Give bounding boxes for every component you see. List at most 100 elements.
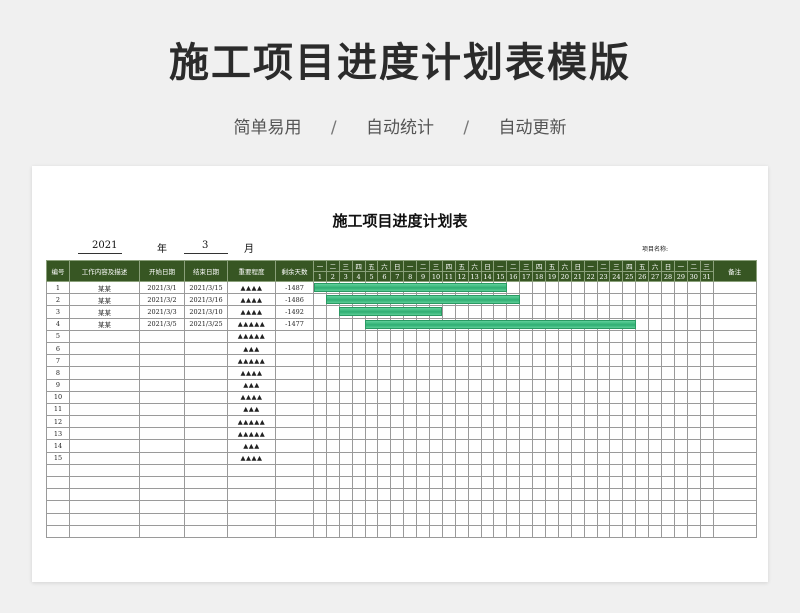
gantt-cell[interactable] xyxy=(596,512,611,526)
gantt-cell[interactable] xyxy=(673,415,688,429)
gantt-cell[interactable] xyxy=(557,451,572,465)
row-start-date[interactable] xyxy=(139,354,185,368)
gantt-cell[interactable] xyxy=(545,500,559,514)
gantt-cell[interactable] xyxy=(673,488,688,502)
gantt-cell[interactable] xyxy=(454,488,469,502)
row-index[interactable]: 14 xyxy=(46,439,70,453)
gantt-cell[interactable] xyxy=(313,451,327,465)
row-start-date[interactable] xyxy=(139,329,185,343)
gantt-cell[interactable] xyxy=(480,329,495,343)
gantt-cell[interactable] xyxy=(583,280,598,295)
gantt-cell[interactable] xyxy=(377,500,392,514)
gantt-cell[interactable] xyxy=(635,475,650,490)
row-end-date[interactable] xyxy=(184,427,228,441)
gantt-cell[interactable] xyxy=(364,415,379,429)
gantt-cell[interactable] xyxy=(441,512,456,526)
gantt-cell[interactable] xyxy=(557,415,572,429)
gantt-cell[interactable] xyxy=(377,341,392,356)
gantt-cell[interactable] xyxy=(583,378,598,392)
row-index[interactable] xyxy=(46,488,70,502)
row-remaining[interactable] xyxy=(275,488,314,502)
row-remark[interactable] xyxy=(712,317,757,331)
gantt-cell[interactable] xyxy=(467,378,482,392)
gantt-cell[interactable] xyxy=(351,524,366,538)
gantt-cell[interactable] xyxy=(661,378,675,392)
gantt-cell[interactable] xyxy=(467,293,482,307)
row-content[interactable] xyxy=(69,378,140,392)
row-remaining[interactable]: -1477 xyxy=(275,317,314,331)
gantt-cell[interactable] xyxy=(467,439,482,453)
gantt-cell[interactable] xyxy=(609,280,624,295)
gantt-cell[interactable] xyxy=(480,475,495,490)
gantt-cell[interactable] xyxy=(416,439,431,453)
row-start-date[interactable] xyxy=(139,500,185,514)
gantt-cell[interactable] xyxy=(364,354,379,368)
gantt-cell[interactable] xyxy=(583,329,598,343)
gantt-cell[interactable] xyxy=(596,378,611,392)
gantt-cell[interactable] xyxy=(596,305,611,319)
gantt-cell[interactable] xyxy=(686,500,701,514)
gantt-cell[interactable] xyxy=(557,354,572,368)
gantt-cell[interactable] xyxy=(532,329,547,343)
row-remaining[interactable] xyxy=(275,463,314,478)
gantt-cell[interactable] xyxy=(403,427,418,441)
gantt-cell[interactable] xyxy=(467,305,482,319)
gantt-cell[interactable] xyxy=(364,293,379,307)
gantt-cell[interactable] xyxy=(325,317,340,331)
gantt-cell[interactable] xyxy=(570,427,585,441)
gantt-cell[interactable] xyxy=(429,280,443,295)
gantt-cell[interactable] xyxy=(493,463,508,478)
gantt-cell[interactable] xyxy=(532,317,547,331)
gantt-cell[interactable] xyxy=(390,512,405,526)
gantt-cell[interactable] xyxy=(364,280,379,295)
gantt-cell[interactable] xyxy=(454,439,469,453)
gantt-cell[interactable] xyxy=(609,475,624,490)
gantt-cell[interactable] xyxy=(416,402,431,417)
row-remark[interactable] xyxy=(712,280,757,295)
gantt-cell[interactable] xyxy=(493,500,508,514)
gantt-cell[interactable] xyxy=(403,366,418,380)
row-content[interactable]: 某某 xyxy=(69,317,140,331)
gantt-cell[interactable] xyxy=(519,354,534,368)
gantt-cell[interactable] xyxy=(493,366,508,380)
gantt-cell[interactable] xyxy=(441,488,456,502)
gantt-cell[interactable] xyxy=(313,293,327,307)
gantt-cell[interactable] xyxy=(351,451,366,465)
gantt-cell[interactable] xyxy=(441,378,456,392)
gantt-cell[interactable] xyxy=(686,475,701,490)
gantt-cell[interactable] xyxy=(377,463,392,478)
row-remark[interactable] xyxy=(712,354,757,368)
gantt-cell[interactable] xyxy=(416,427,431,441)
gantt-cell[interactable] xyxy=(364,463,379,478)
gantt-cell[interactable] xyxy=(622,512,637,526)
gantt-cell[interactable] xyxy=(377,439,392,453)
gantt-cell[interactable] xyxy=(480,354,495,368)
gantt-cell[interactable] xyxy=(493,354,508,368)
gantt-cell[interactable] xyxy=(441,524,456,538)
gantt-cell[interactable] xyxy=(325,500,340,514)
row-content[interactable] xyxy=(69,512,140,526)
gantt-cell[interactable] xyxy=(570,402,585,417)
gantt-cell[interactable] xyxy=(338,280,353,295)
gantt-cell[interactable] xyxy=(429,500,443,514)
gantt-cell[interactable] xyxy=(686,293,701,307)
row-remaining[interactable] xyxy=(275,500,314,514)
gantt-cell[interactable] xyxy=(377,512,392,526)
gantt-cell[interactable] xyxy=(493,280,508,295)
gantt-cell[interactable] xyxy=(686,341,701,356)
gantt-cell[interactable] xyxy=(506,512,521,526)
gantt-cell[interactable] xyxy=(557,475,572,490)
gantt-cell[interactable] xyxy=(570,488,585,502)
row-content[interactable] xyxy=(69,402,140,417)
gantt-cell[interactable] xyxy=(609,451,624,465)
gantt-cell[interactable] xyxy=(325,329,340,343)
gantt-cell[interactable] xyxy=(313,354,327,368)
gantt-cell[interactable] xyxy=(596,329,611,343)
gantt-cell[interactable] xyxy=(622,317,637,331)
gantt-cell[interactable] xyxy=(519,488,534,502)
gantt-cell[interactable] xyxy=(545,293,559,307)
gantt-cell[interactable] xyxy=(403,293,418,307)
gantt-cell[interactable] xyxy=(622,378,637,392)
gantt-cell[interactable] xyxy=(699,439,714,453)
row-index[interactable]: 15 xyxy=(46,451,70,465)
